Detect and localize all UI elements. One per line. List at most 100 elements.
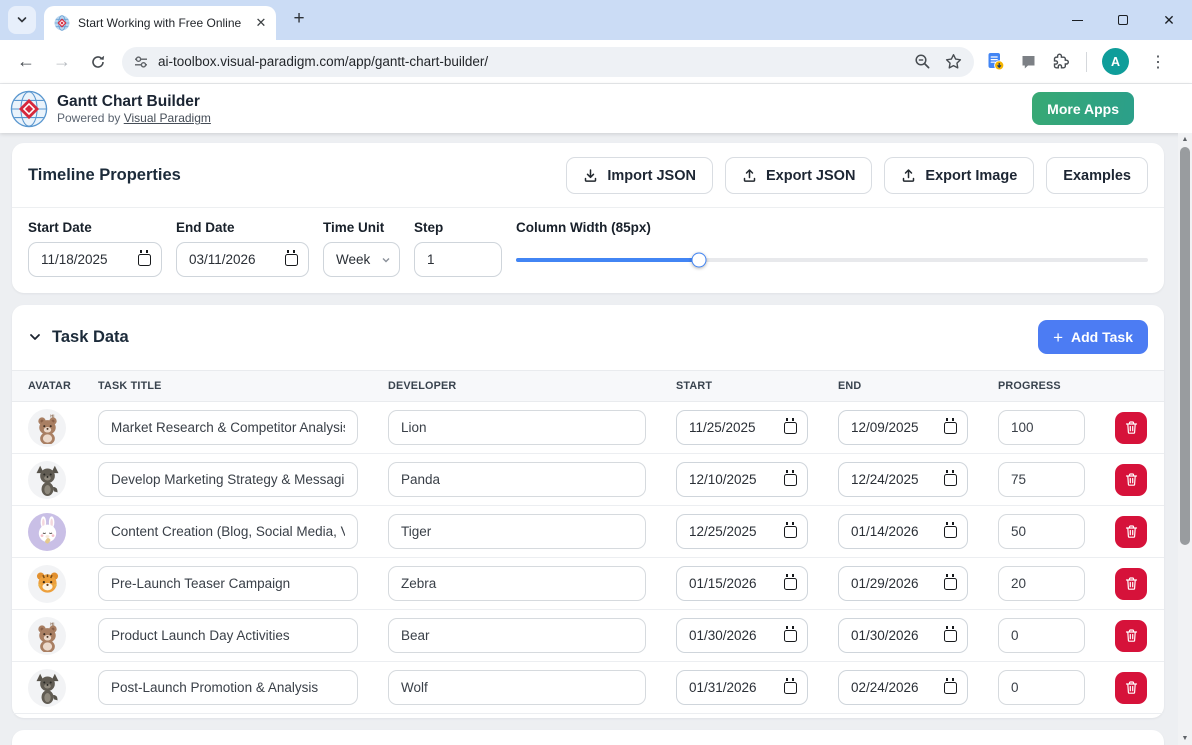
start-date-input[interactable]: 12/25/2025 — [676, 514, 808, 549]
window-minimize-button[interactable] — [1054, 0, 1100, 40]
export-image-button[interactable]: Export Image — [884, 157, 1034, 194]
scrollbar-up-arrow[interactable]: ▲ — [1178, 136, 1192, 143]
calendar-icon[interactable] — [784, 474, 797, 486]
end-date-input[interactable]: 01/29/2026 — [838, 566, 968, 601]
download-icon — [583, 168, 598, 183]
task-title-input[interactable] — [98, 462, 358, 497]
window-close-button[interactable]: ✕ — [1146, 0, 1192, 40]
time-unit-select[interactable]: Week — [323, 242, 400, 277]
step-input[interactable]: 1 — [414, 242, 502, 277]
task-title-input[interactable] — [98, 670, 358, 705]
progress-input[interactable] — [998, 618, 1085, 653]
developer-input[interactable] — [388, 410, 646, 445]
column-width-slider-thumb[interactable] — [692, 252, 707, 267]
developer-input[interactable] — [388, 514, 646, 549]
scrollbar-down-arrow[interactable]: ▼ — [1178, 735, 1192, 742]
progress-input[interactable] — [998, 462, 1085, 497]
task-title-input[interactable] — [98, 566, 358, 601]
comment-extension-icon[interactable] — [1020, 53, 1037, 70]
browser-menu-icon[interactable]: ⋮ — [1144, 52, 1172, 72]
export-json-button[interactable]: Export JSON — [725, 157, 872, 194]
start-date-value: 11/25/2025 — [689, 420, 756, 435]
developer-input[interactable] — [388, 566, 646, 601]
task-title-input[interactable] — [98, 514, 358, 549]
calendar-icon[interactable] — [944, 682, 957, 694]
start-date-input[interactable]: 11/25/2025 — [676, 410, 808, 445]
slider-track[interactable] — [516, 258, 1148, 262]
window-controls: ✕ — [1054, 0, 1192, 40]
calendar-icon[interactable] — [784, 630, 797, 642]
address-bar[interactable]: ai-toolbox.visual-paradigm.com/app/gantt… — [122, 47, 974, 77]
browser-tab[interactable]: Start Working with Free Online ✕ — [44, 6, 276, 40]
browser-profile-avatar[interactable]: A — [1102, 48, 1129, 75]
collapse-chevron-icon[interactable] — [28, 330, 42, 344]
end-date-label: End Date — [176, 220, 309, 235]
window-maximize-button[interactable] — [1100, 0, 1146, 40]
more-apps-button[interactable]: More Apps — [1032, 92, 1134, 125]
start-date-value: 12/25/2025 — [689, 524, 757, 539]
tab-search-button[interactable] — [8, 6, 36, 34]
start-date-input[interactable]: 01/31/2026 — [676, 670, 808, 705]
page-scrollbar[interactable]: ▲ ▼ — [1178, 133, 1192, 745]
delete-task-button[interactable] — [1115, 412, 1147, 444]
task-title-input[interactable] — [98, 618, 358, 653]
examples-button[interactable]: Examples — [1046, 157, 1148, 194]
forward-button[interactable]: → — [45, 45, 79, 79]
start-date-input[interactable]: 12/10/2025 — [676, 462, 808, 497]
calendar-icon[interactable] — [944, 630, 957, 642]
bookmark-star-icon[interactable] — [945, 53, 962, 70]
end-date-input[interactable]: 01/14/2026 — [838, 514, 968, 549]
end-date-input[interactable]: 03/11/2026 — [176, 242, 309, 277]
progress-input[interactable] — [998, 410, 1085, 445]
reload-button[interactable] — [81, 45, 115, 79]
back-button[interactable]: ← — [9, 45, 43, 79]
calendar-icon[interactable] — [944, 578, 957, 590]
scrollbar-thumb[interactable] — [1180, 147, 1190, 545]
calendar-icon[interactable] — [784, 682, 797, 694]
progress-input[interactable] — [998, 566, 1085, 601]
site-info-icon[interactable] — [134, 55, 148, 69]
start-date-input[interactable]: 11/18/2025 — [28, 242, 162, 277]
progress-input[interactable] — [998, 670, 1085, 705]
delete-task-button[interactable] — [1115, 516, 1147, 548]
end-date-value: 03/11/2026 — [189, 252, 256, 267]
calendar-icon[interactable] — [784, 422, 797, 434]
delete-task-button[interactable] — [1115, 672, 1147, 704]
end-date-input[interactable]: 12/09/2025 — [838, 410, 968, 445]
delete-task-button[interactable] — [1115, 568, 1147, 600]
start-date-input[interactable]: 01/30/2026 — [676, 618, 808, 653]
end-date-input[interactable]: 12/24/2025 — [838, 462, 968, 497]
developer-input[interactable] — [388, 462, 646, 497]
import-json-button[interactable]: Import JSON — [566, 157, 713, 194]
table-row: 01/30/2026 01/30/2026 — [12, 610, 1164, 662]
column-width-slider[interactable] — [516, 242, 1148, 277]
add-task-button[interactable]: + Add Task — [1038, 320, 1148, 354]
docs-offline-extension-icon[interactable] — [986, 52, 1005, 71]
calendar-icon[interactable] — [285, 254, 298, 266]
step-label: Step — [414, 220, 502, 235]
calendar-icon[interactable] — [944, 422, 957, 434]
user-avatar[interactable]: A — [1145, 92, 1178, 125]
end-date-input[interactable]: 02/24/2026 — [838, 670, 968, 705]
progress-input[interactable] — [998, 514, 1085, 549]
end-date-input[interactable]: 01/30/2026 — [838, 618, 968, 653]
calendar-icon[interactable] — [944, 526, 957, 538]
delete-task-button[interactable] — [1115, 464, 1147, 496]
tab-close-icon[interactable]: ✕ — [252, 14, 270, 32]
developer-input[interactable] — [388, 670, 646, 705]
task-title-input[interactable] — [98, 410, 358, 445]
developer-input[interactable] — [388, 618, 646, 653]
visual-paradigm-link[interactable]: Visual Paradigm — [124, 111, 211, 125]
calendar-icon[interactable] — [138, 254, 151, 266]
start-date-input[interactable]: 01/15/2026 — [676, 566, 808, 601]
delete-task-button[interactable] — [1115, 620, 1147, 652]
new-tab-button[interactable]: + — [286, 6, 312, 32]
zoom-out-icon[interactable] — [914, 53, 931, 70]
extensions-puzzle-icon[interactable] — [1052, 52, 1071, 71]
url-text[interactable]: ai-toolbox.visual-paradigm.com/app/gantt… — [158, 54, 900, 69]
calendar-icon[interactable] — [784, 578, 797, 590]
calendar-icon[interactable] — [944, 474, 957, 486]
extensions-area: A ⋮ — [986, 48, 1172, 75]
time-unit-label: Time Unit — [323, 220, 400, 235]
calendar-icon[interactable] — [784, 526, 797, 538]
